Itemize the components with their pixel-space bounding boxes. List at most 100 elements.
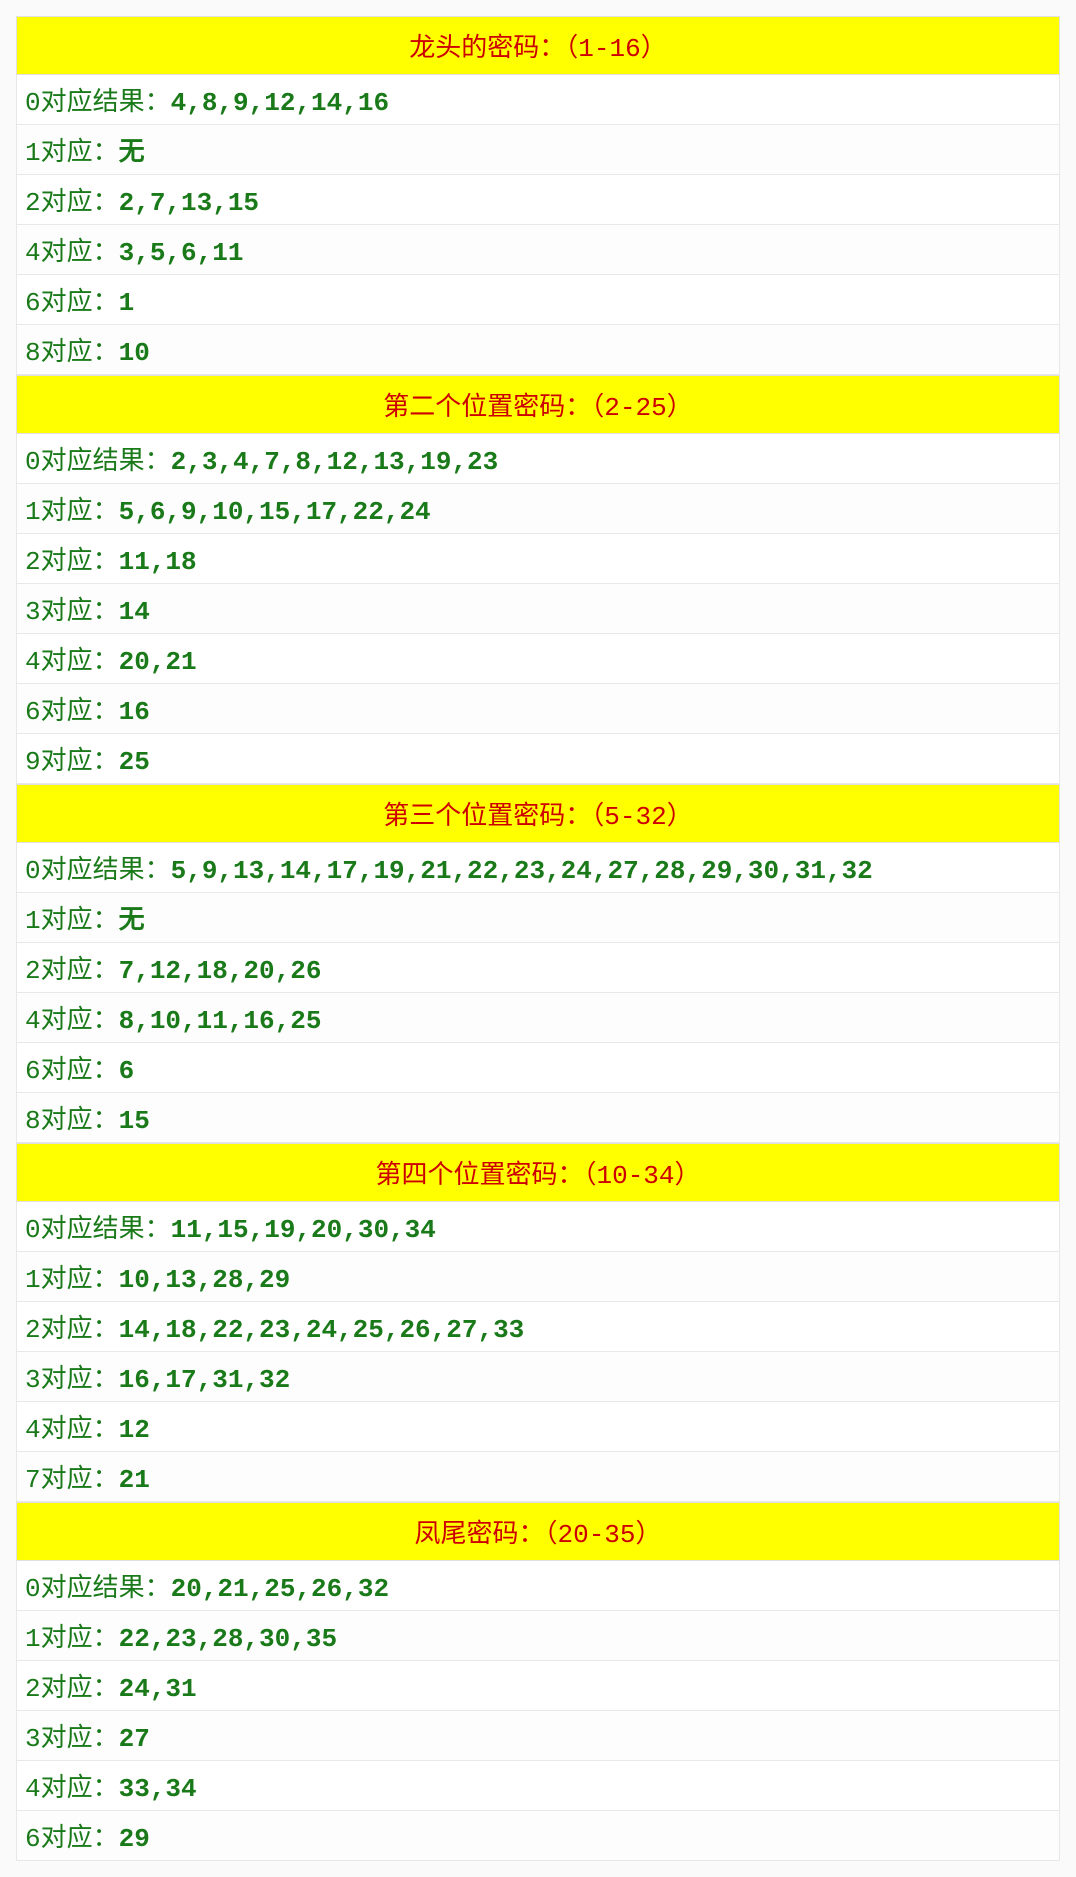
section-header: 龙头的密码：（1-16）: [16, 16, 1060, 75]
row-label: 2对应：: [25, 1674, 119, 1704]
row-value: 11,18: [119, 547, 197, 577]
data-row: 4对应：12: [16, 1402, 1060, 1452]
row-label: 6对应：: [25, 1056, 119, 1086]
row-label: 4对应：: [25, 1006, 119, 1036]
data-row: 6对应：16: [16, 684, 1060, 734]
row-label: 1对应：: [25, 906, 119, 936]
row-label: 4对应：: [25, 238, 119, 268]
row-value: 11,15,19,20,30,34: [171, 1215, 436, 1245]
row-value: 5,6,9,10,15,17,22,24: [119, 497, 431, 527]
row-label: 2对应：: [25, 547, 119, 577]
row-value: 20,21,25,26,32: [171, 1574, 389, 1604]
row-value: 16,17,31,32: [119, 1365, 291, 1395]
data-row: 6对应：29: [16, 1811, 1060, 1861]
data-row: 2对应：2,7,13,15: [16, 175, 1060, 225]
row-value: 10,13,28,29: [119, 1265, 291, 1295]
row-label: 2对应：: [25, 956, 119, 986]
row-value: 12: [119, 1415, 150, 1445]
data-row: 1对应：无: [16, 125, 1060, 175]
row-label: 3对应：: [25, 1365, 119, 1395]
data-row: 3对应：16,17,31,32: [16, 1352, 1060, 1402]
data-row: 2对应：14,18,22,23,24,25,26,27,33: [16, 1302, 1060, 1352]
row-value: 27: [119, 1724, 150, 1754]
data-row: 3对应：27: [16, 1711, 1060, 1761]
data-row: 0对应结果：2,3,4,7,8,12,13,19,23: [16, 434, 1060, 484]
data-row: 1对应：5,6,9,10,15,17,22,24: [16, 484, 1060, 534]
row-value: 无: [119, 138, 145, 168]
data-row: 1对应：22,23,28,30,35: [16, 1611, 1060, 1661]
data-row: 4对应：20,21: [16, 634, 1060, 684]
row-value: 22,23,28,30,35: [119, 1624, 337, 1654]
row-label: 1对应：: [25, 1624, 119, 1654]
row-label: 1对应：: [25, 1265, 119, 1295]
row-value: 2,7,13,15: [119, 188, 259, 218]
row-value: 2,3,4,7,8,12,13,19,23: [171, 447, 499, 477]
section: 凤尾密码：（20-35）0对应结果：20,21,25,26,321对应：22,2…: [16, 1502, 1060, 1861]
row-label: 4对应：: [25, 1415, 119, 1445]
row-label: 3对应：: [25, 597, 119, 627]
section-header: 凤尾密码：（20-35）: [16, 1502, 1060, 1561]
data-row: 9对应：25: [16, 734, 1060, 784]
section: 第二个位置密码：（2-25）0对应结果：2,3,4,7,8,12,13,19,2…: [16, 375, 1060, 784]
row-label: 6对应：: [25, 1824, 119, 1854]
data-row: 1对应：无: [16, 893, 1060, 943]
data-row: 7对应：21: [16, 1452, 1060, 1502]
data-row: 4对应：8,10,11,16,25: [16, 993, 1060, 1043]
row-value: 14,18,22,23,24,25,26,27,33: [119, 1315, 525, 1345]
row-value: 20,21: [119, 647, 197, 677]
data-row: 4对应：33,34: [16, 1761, 1060, 1811]
row-label: 8对应：: [25, 1106, 119, 1136]
data-row: 0对应结果：5,9,13,14,17,19,21,22,23,24,27,28,…: [16, 843, 1060, 893]
section: 第三个位置密码：（5-32）0对应结果：5,9,13,14,17,19,21,2…: [16, 784, 1060, 1143]
row-label: 0对应结果：: [25, 447, 171, 477]
row-label: 0对应结果：: [25, 88, 171, 118]
row-label: 2对应：: [25, 1315, 119, 1345]
row-label: 0对应结果：: [25, 1215, 171, 1245]
data-row: 2对应：11,18: [16, 534, 1060, 584]
row-label: 2对应：: [25, 188, 119, 218]
row-value: 1: [119, 288, 135, 318]
row-value: 3,5,6,11: [119, 238, 244, 268]
row-value: 21: [119, 1465, 150, 1495]
row-value: 5,9,13,14,17,19,21,22,23,24,27,28,29,30,…: [171, 856, 873, 886]
row-value: 7,12,18,20,26: [119, 956, 322, 986]
row-label: 0对应结果：: [25, 1574, 171, 1604]
row-value: 16: [119, 697, 150, 727]
row-label: 4对应：: [25, 1774, 119, 1804]
row-value: 4,8,9,12,14,16: [171, 88, 389, 118]
data-row: 8对应：15: [16, 1093, 1060, 1143]
data-row: 0对应结果：4,8,9,12,14,16: [16, 75, 1060, 125]
data-row: 2对应：7,12,18,20,26: [16, 943, 1060, 993]
row-value: 10: [119, 338, 150, 368]
data-row: 8对应：10: [16, 325, 1060, 375]
row-value: 24,31: [119, 1674, 197, 1704]
row-label: 6对应：: [25, 697, 119, 727]
section-header: 第三个位置密码：（5-32）: [16, 784, 1060, 843]
row-value: 8,10,11,16,25: [119, 1006, 322, 1036]
row-label: 1对应：: [25, 138, 119, 168]
data-row: 2对应：24,31: [16, 1661, 1060, 1711]
row-label: 3对应：: [25, 1724, 119, 1754]
data-row: 1对应：10,13,28,29: [16, 1252, 1060, 1302]
row-label: 9对应：: [25, 747, 119, 777]
data-row: 4对应：3,5,6,11: [16, 225, 1060, 275]
row-value: 14: [119, 597, 150, 627]
section-header: 第二个位置密码：（2-25）: [16, 375, 1060, 434]
section: 龙头的密码：（1-16）0对应结果：4,8,9,12,14,161对应：无2对应…: [16, 16, 1060, 375]
row-value: 33,34: [119, 1774, 197, 1804]
row-value: 无: [119, 906, 145, 936]
sections-container: 龙头的密码：（1-16）0对应结果：4,8,9,12,14,161对应：无2对应…: [16, 16, 1060, 1861]
data-row: 6对应：6: [16, 1043, 1060, 1093]
row-label: 1对应：: [25, 497, 119, 527]
row-label: 0对应结果：: [25, 856, 171, 886]
row-label: 7对应：: [25, 1465, 119, 1495]
data-row: 6对应：1: [16, 275, 1060, 325]
row-label: 8对应：: [25, 338, 119, 368]
data-row: 3对应：14: [16, 584, 1060, 634]
section-header: 第四个位置密码：（10-34）: [16, 1143, 1060, 1202]
row-value: 29: [119, 1824, 150, 1854]
data-row: 0对应结果：11,15,19,20,30,34: [16, 1202, 1060, 1252]
row-label: 4对应：: [25, 647, 119, 677]
row-value: 25: [119, 747, 150, 777]
data-row: 0对应结果：20,21,25,26,32: [16, 1561, 1060, 1611]
